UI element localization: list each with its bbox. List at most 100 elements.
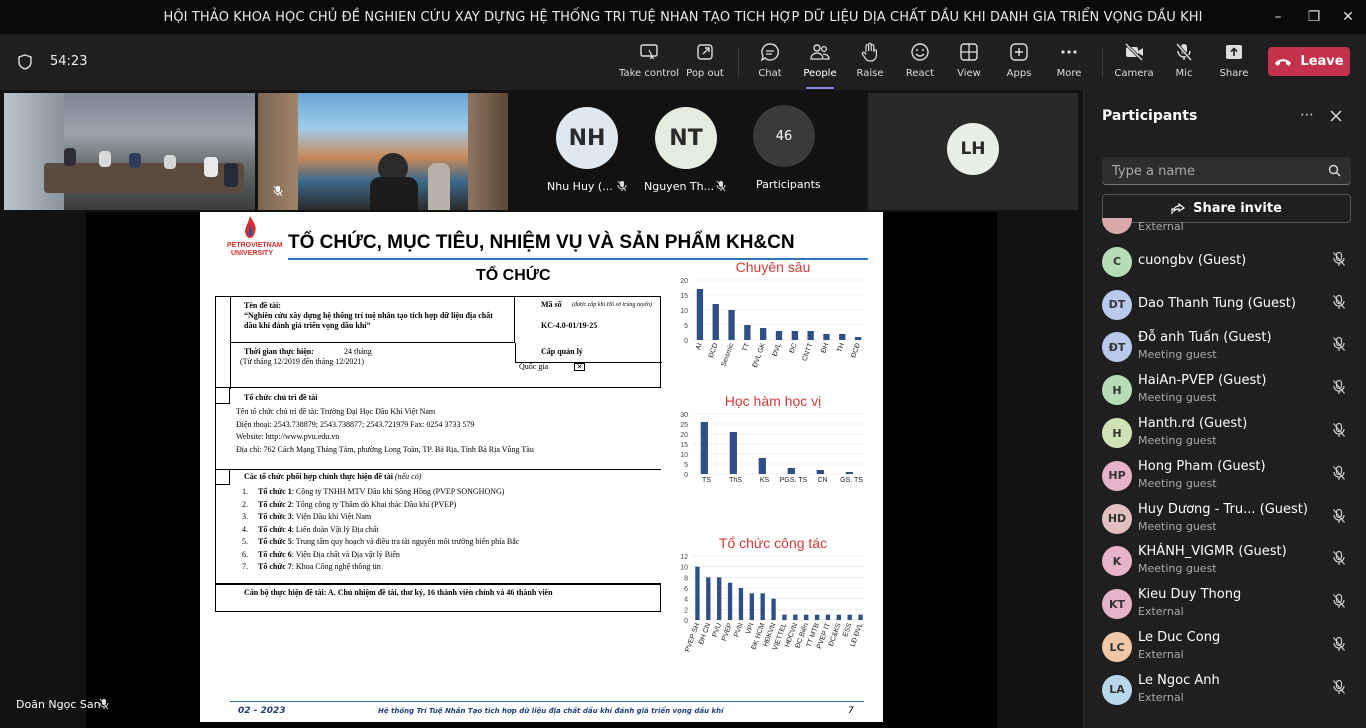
panel-title: Participants [1102,108,1198,124]
participant-row[interactable]: LA Le Ngoc Anh External [1102,669,1357,709]
participant-list: External Ccuongbv (Guest) DT Dao Thanh Tung… [1084,218,1366,728]
minimize-icon[interactable]: – [1258,0,1298,34]
mic-off-icon [1175,43,1193,61]
host-details: Tên tổ chức chủ trì đề tài: Trường Đại H… [236,407,534,454]
chart-bar [744,325,751,340]
avatar: LA [1102,674,1132,705]
participants-panel: Participants ⋯ Type a name Share invite … [1083,90,1366,728]
chart-title: Chuyên sâu [736,260,811,275]
mic-off-icon [1333,636,1345,651]
chart-bar [845,472,853,474]
participant-name: Đỗ anh Tuấn (Guest) [1138,330,1272,346]
x-tick-label: ĐH [820,342,830,354]
y-tick-label: 20 [680,432,688,439]
avatar[interactable]: NH [556,107,618,169]
y-tick-label: 2 [684,607,688,614]
search-icon [1328,164,1341,177]
chart-title: Tổ chức công tác [719,535,827,551]
participant-row[interactable]: External [1102,218,1357,238]
participant-row[interactable]: KT Kieu Duy Thong External [1102,583,1357,623]
mic-off-icon [1333,551,1345,566]
logo-text: PETROVIETNAM [227,242,283,249]
mic-off-icon [617,180,627,192]
participant-count-badge[interactable]: 46 [753,105,815,167]
take-control-button[interactable]: Take control [619,41,679,87]
search-input[interactable]: Type a name [1102,157,1351,185]
staff-section: Cán bộ thực hiện đề tài: A. Chủ nhiệm đề… [215,584,661,612]
mic-off-icon [1333,380,1345,395]
mic-off-icon [1333,294,1345,309]
share-icon [1171,202,1186,214]
y-tick-label: 30 [680,412,688,419]
chart-bar [791,331,798,340]
participant-name: Nhu Huy (... [547,180,613,193]
participant-row[interactable]: LC Le Duc Cong External [1102,626,1357,666]
shared-slide: PETROVIETNAM UNIVERSITY TỔ CHỨC, MỤC TIÊ… [200,212,883,722]
pop-out-icon [697,44,713,60]
camera-off-icon [1124,42,1144,62]
avatar[interactable]: NT [655,107,717,169]
chart-bar [706,577,711,620]
video-speaker[interactable] [258,93,508,210]
participant-role: Meeting guest [1138,519,1217,533]
partner-item: 4. Tổ chức 4: Liên đoàn Vật lý Địa chất [242,524,379,534]
mic-off-icon [99,698,109,710]
chart-bar [696,289,704,340]
chart-bar [836,614,841,620]
x-tick-label: ESS [842,622,853,638]
share-button[interactable]: Share [1204,41,1264,87]
chart-bar [825,614,831,620]
participant-row[interactable]: K KHÁNH_VIGMR (Guest) Meeting guest [1102,540,1357,580]
x-tick-label: CNTT [802,342,815,363]
partners-list: 1. Tổ chức 1: Công ty TNHH MTV Dầu khí Sô… [242,486,519,574]
participant-row[interactable]: ĐT Đỗ anh Tuấn (Guest) Meeting guest [1102,326,1357,366]
mic-off-icon [1333,337,1345,352]
participant-role: Meeting guest [1138,562,1217,576]
avatar: HP [1102,460,1132,491]
video-conference-room[interactable] [4,93,255,210]
participant-name: Dao Thanh Tung (Guest) [1138,295,1296,311]
grid-icon [960,43,978,61]
chart-bar [760,328,767,340]
x-tick-label: Seismic [720,342,735,368]
mic-off-icon [1333,594,1345,609]
participant-name: Kieu Duy Thong [1138,587,1242,603]
y-tick-label: 0 [684,472,688,479]
x-tick-label: PVEP SH [684,622,701,653]
chart-bar [839,334,846,340]
mic-off-icon [1333,465,1345,480]
participants-label: Participants [756,178,821,191]
close-panel-icon[interactable] [1330,110,1342,122]
chart-bar [804,614,809,620]
chart-bar [847,614,852,620]
participant-tile[interactable]: LH [868,93,1078,210]
y-tick-label: 6 [684,586,688,593]
pop-out-button[interactable]: Pop out [675,41,735,87]
leave-button[interactable]: Leave [1268,47,1350,76]
more-button[interactable]: More [1039,41,1099,87]
people-icon [810,44,830,60]
chart-bar [758,458,766,474]
participant-row[interactable]: DT Dao Thanh Tung (Guest) [1102,284,1357,324]
chart-bar [771,598,776,620]
partner-item: 3. Tổ chức 3: Viện Dầu khí Việt Nam [242,512,372,521]
more-options-icon[interactable]: ⋯ [1300,107,1314,123]
chart-bar [695,566,700,620]
footer-rule [230,701,864,702]
close-icon[interactable]: ✕ [1328,0,1366,34]
partners-section: Các tổ chức phối hợp chính thực hiện đề … [215,469,661,584]
chart-bar [738,588,744,620]
x-tick-label: PVN [733,622,745,638]
participant-row[interactable]: H Hanth.rd (Guest) Meeting guest [1102,412,1357,452]
meeting-title: HỘI THẢO KHOA HỌC CHỦ ĐỀ NGHIEN CỨU XAY … [163,9,1203,25]
y-tick-label: 10 [680,565,688,572]
participant-row[interactable]: Ccuongbv (Guest) [1102,241,1357,281]
participant-row[interactable]: H HaiAn-PVEP (Guest) Meeting guest [1102,369,1357,409]
participant-role: Meeting guest [1138,348,1217,362]
y-tick-label: 5 [684,462,688,469]
participant-row[interactable]: HP Hong Pham (Guest) Meeting guest [1102,455,1357,495]
participant-role: Meeting guest [1138,391,1217,405]
participant-role: Meeting guest [1138,476,1217,490]
x-tick-label: ĐVL GK [752,342,767,369]
participant-row[interactable]: HD Huy Dương - Tru... (Guest) Meeting gues… [1102,498,1357,538]
